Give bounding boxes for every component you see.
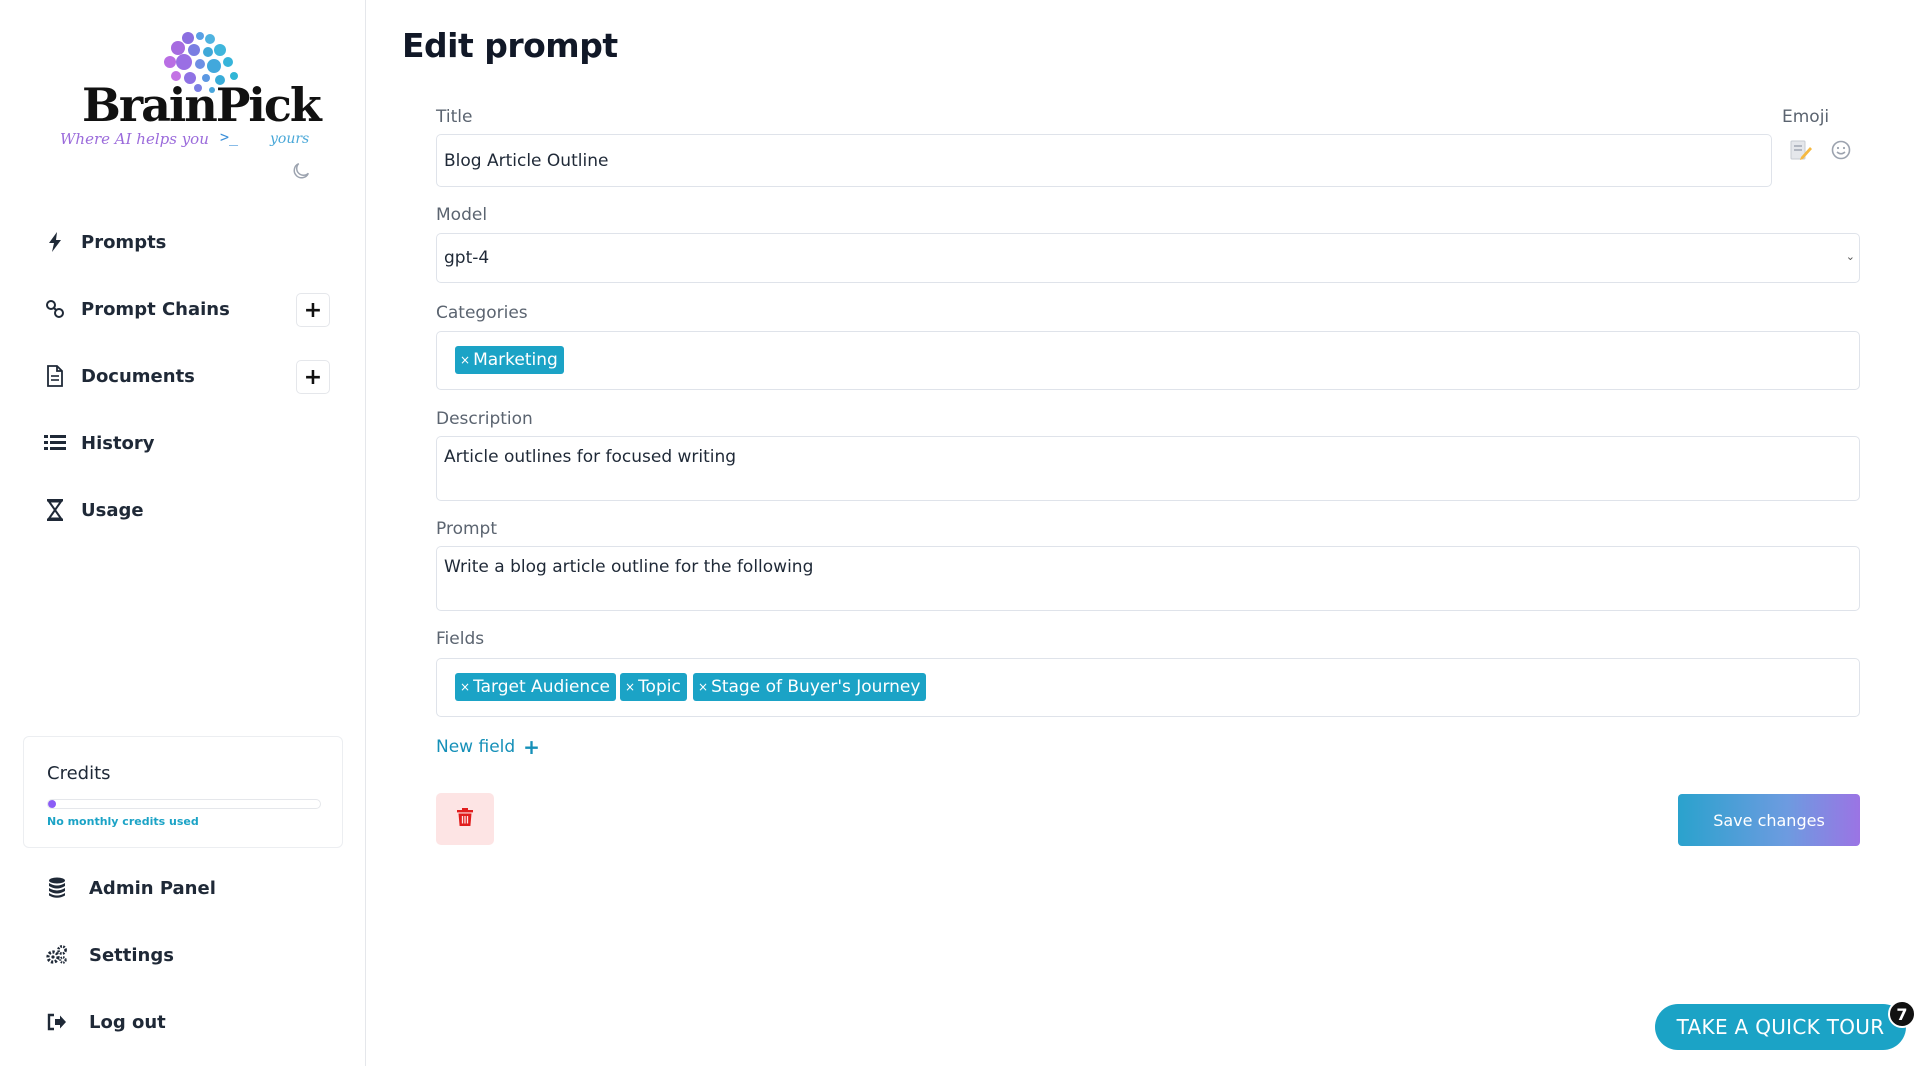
add-document-button[interactable]: + [296, 360, 330, 394]
gears-icon [46, 944, 68, 966]
sidebar-item-label: Documents [81, 365, 195, 387]
sidebar-item-documents[interactable]: Documents + [44, 356, 330, 396]
sidebar: BrainPick Where AI helps you >_ yours Pr… [0, 0, 366, 1066]
new-field-button[interactable]: New field + [436, 735, 540, 759]
sidebar-item-prompt-chains[interactable]: Prompt Chains + [44, 289, 330, 329]
title-input-value: Blog Article Outline [444, 151, 609, 171]
categories-input[interactable]: × Marketing [436, 331, 1860, 390]
sidebar-item-label: Prompts [81, 231, 167, 253]
field-tag: × Target Audience [455, 673, 617, 701]
model-select[interactable]: gpt-4 ⌄ [436, 233, 1860, 283]
sidebar-item-label: Usage [81, 499, 144, 521]
field-tag-label: Topic [638, 677, 681, 697]
credits-progress-bar [47, 799, 321, 809]
sidebar-item-label: Settings [89, 944, 174, 966]
title-label: Title [436, 107, 473, 127]
description-label: Description [436, 409, 533, 429]
emoji-picker[interactable] [1780, 132, 1860, 172]
bolt-icon [44, 231, 66, 253]
field-tag: × Stage of Buyer's Journey [693, 673, 927, 701]
brand-tagline-prompt: >_ [220, 128, 239, 146]
emoji-label: Emoji [1782, 107, 1830, 127]
field-tag-label: Stage of Buyer's Journey [711, 677, 921, 697]
remove-tag-icon[interactable]: × [625, 680, 635, 694]
trash-icon [457, 808, 473, 830]
sidebar-item-label: Prompt Chains [81, 298, 230, 320]
document-icon [44, 365, 66, 387]
category-tag-label: Marketing [473, 350, 558, 370]
brand-name: BrainPick [82, 78, 322, 132]
prompt-value: Write a blog article outline for the fol… [444, 557, 814, 577]
brand-tagline-right: yours [270, 131, 310, 147]
database-icon [46, 877, 68, 899]
list-icon [44, 432, 66, 454]
remove-tag-icon[interactable]: × [698, 680, 708, 694]
sidebar-item-admin-panel[interactable]: Admin Panel [46, 868, 326, 908]
remove-tag-icon[interactable]: × [460, 680, 470, 694]
edit-note-icon[interactable] [1789, 139, 1813, 165]
save-changes-button[interactable]: Save changes [1678, 794, 1860, 846]
description-value: Article outlines for focused writing [444, 447, 737, 467]
add-prompt-chain-button[interactable]: + [296, 293, 330, 327]
sidebar-item-label: History [81, 432, 155, 454]
tour-step-badge: 7 [1888, 1000, 1916, 1028]
page-title: Edit prompt [402, 26, 618, 65]
moon-icon[interactable] [290, 160, 312, 182]
smiley-icon[interactable] [1831, 140, 1851, 164]
sidebar-item-label: Log out [89, 1011, 166, 1033]
delete-button[interactable] [436, 793, 494, 845]
prompt-textarea[interactable]: Write a blog article outline for the fol… [436, 546, 1860, 611]
sidebar-item-settings[interactable]: Settings [46, 935, 326, 975]
fields-input[interactable]: × Target Audience × Topic × Stage of Buy… [436, 658, 1860, 717]
categories-label: Categories [436, 303, 528, 323]
field-tag-label: Target Audience [473, 677, 611, 697]
quick-tour-button[interactable]: TAKE A QUICK TOUR [1655, 1004, 1906, 1050]
prompt-label: Prompt [436, 519, 497, 539]
category-tag: × Marketing [455, 346, 564, 374]
brainpick-logo[interactable]: BrainPick Where AI helps you >_ yours [58, 30, 322, 154]
hourglass-icon [44, 499, 66, 521]
sidebar-item-usage[interactable]: Usage [44, 490, 324, 530]
credits-progress-fill [48, 800, 57, 808]
description-textarea[interactable]: Article outlines for focused writing [436, 436, 1860, 501]
main-content: Edit prompt Title Blog Article Outline E… [366, 0, 1920, 1066]
chevron-down-icon: ⌄ [1845, 250, 1855, 263]
field-tag: × Topic [620, 673, 687, 701]
credits-note: No monthly credits used [47, 815, 199, 828]
credits-title: Credits [47, 763, 111, 784]
credits-panel: Credits No monthly credits used [23, 736, 343, 848]
sidebar-item-label: Admin Panel [89, 877, 216, 899]
new-field-label: New field [436, 737, 516, 757]
fields-label: Fields [436, 629, 485, 649]
brand-tagline-left: Where AI helps you [60, 130, 209, 148]
title-input[interactable]: Blog Article Outline [436, 134, 1772, 187]
sidebar-item-log-out[interactable]: Log out [46, 1002, 326, 1042]
sidebar-item-history[interactable]: History [44, 423, 324, 463]
logout-icon [46, 1011, 68, 1033]
sidebar-item-prompts[interactable]: Prompts [44, 222, 324, 262]
remove-tag-icon[interactable]: × [460, 353, 470, 367]
plus-icon: + [523, 735, 540, 759]
link-icon [44, 298, 66, 320]
model-label: Model [436, 205, 488, 225]
model-select-value: gpt-4 [444, 248, 490, 268]
